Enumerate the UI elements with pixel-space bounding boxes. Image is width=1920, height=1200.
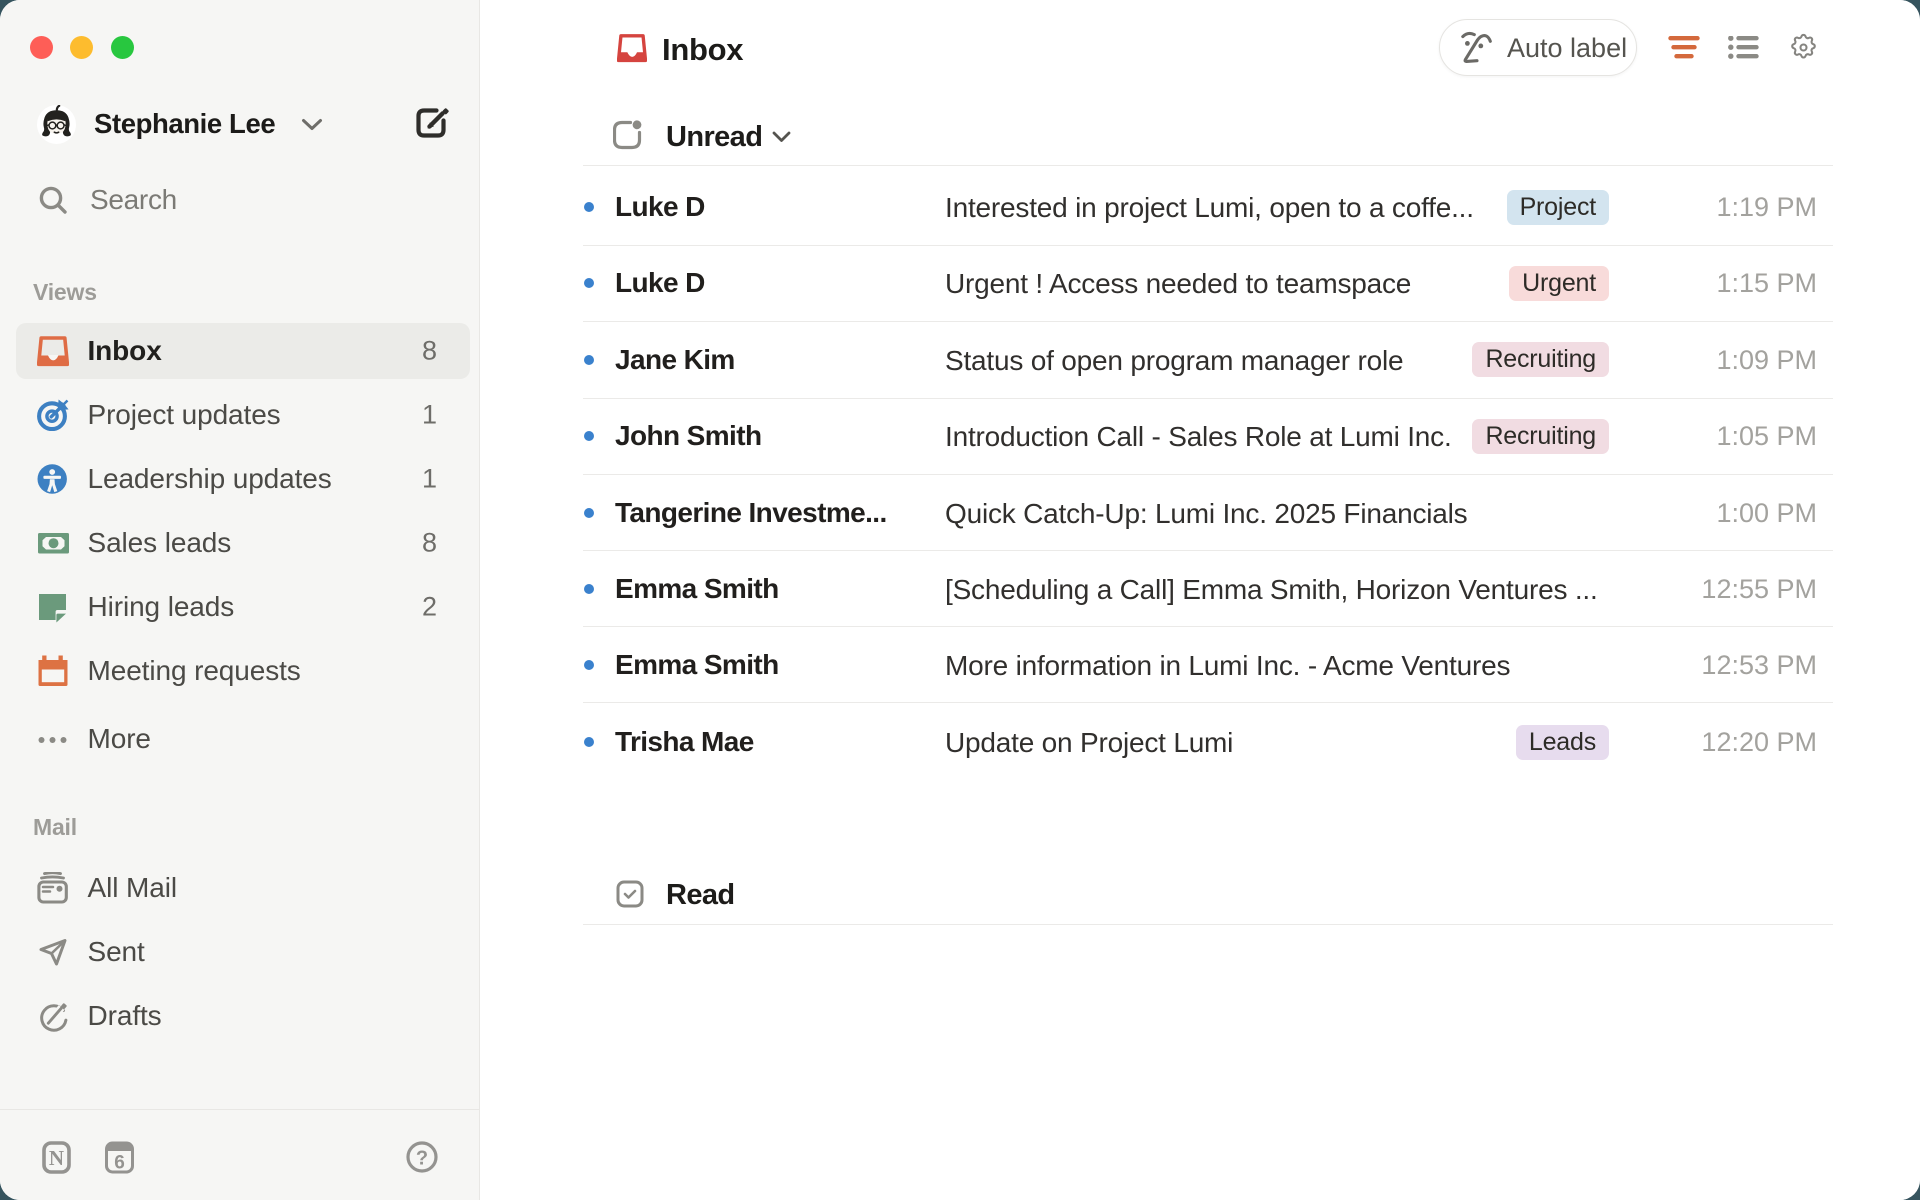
svg-text:6: 6 [114, 1153, 125, 1174]
svg-text:N: N [49, 1146, 64, 1170]
svg-text:?: ? [416, 1148, 428, 1170]
